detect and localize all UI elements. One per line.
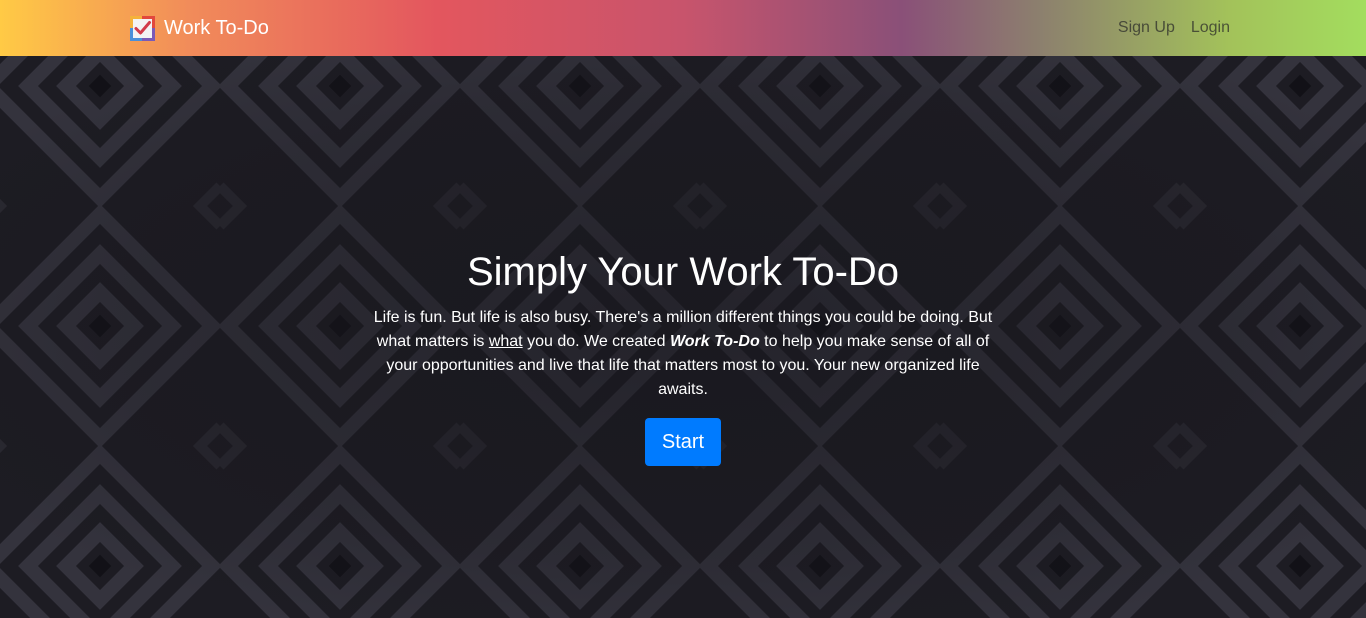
nav-links: Sign Up Login xyxy=(1102,17,1230,39)
hero-app-name: Work To-Do xyxy=(669,333,760,350)
hero-title: Simply Your Work To-Do xyxy=(466,250,900,294)
start-button[interactable]: Start xyxy=(644,418,722,466)
hero-emphasis-word: what xyxy=(488,333,523,350)
checklist-logo-icon xyxy=(130,15,155,41)
hero-text-part2: you do. We created xyxy=(522,333,670,350)
brand-link[interactable]: Work To-Do xyxy=(130,15,269,41)
hero-content: Simply Your Work To-Do Life is fun. But … xyxy=(370,248,996,466)
brand-name: Work To-Do xyxy=(164,17,269,39)
hero-description: Life is fun. But life is also busy. Ther… xyxy=(370,306,996,402)
login-link[interactable]: Login xyxy=(1191,17,1230,39)
top-navbar: Work To-Do Sign Up Login xyxy=(0,0,1366,56)
hero-section: Simply Your Work To-Do Life is fun. But … xyxy=(0,56,1366,618)
sign-up-link[interactable]: Sign Up xyxy=(1118,17,1175,39)
